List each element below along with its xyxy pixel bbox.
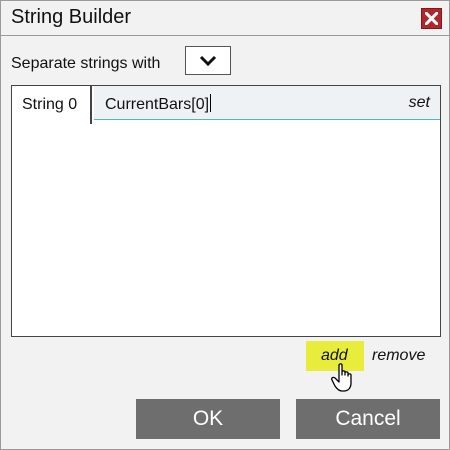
close-icon (425, 12, 438, 25)
string-value-input[interactable]: CurrentBars[0] (105, 94, 212, 114)
close-button[interactable] (421, 8, 442, 29)
string-value-text: CurrentBars[0] (105, 96, 210, 113)
strings-panel: String 0 CurrentBars[0] set (11, 85, 441, 337)
title-bar: String Builder (1, 1, 449, 36)
cancel-button[interactable]: Cancel (296, 399, 440, 439)
ok-button[interactable]: OK (136, 399, 280, 439)
separator-label: Separate strings with (11, 55, 161, 72)
dialog-title: String Builder (11, 6, 132, 28)
remove-link[interactable]: remove (372, 347, 425, 365)
chevron-down-icon (199, 55, 217, 67)
text-caret (210, 94, 212, 112)
set-link[interactable]: set (409, 94, 430, 112)
separator-dropdown[interactable] (185, 46, 231, 75)
string-row[interactable]: CurrentBars[0] set (94, 86, 440, 120)
hand-pointer-icon (331, 363, 352, 392)
tab-label: String 0 (22, 96, 78, 113)
string-builder-dialog: String Builder Separate strings with Str… (0, 0, 450, 450)
tab-string-0[interactable]: String 0 (12, 86, 92, 124)
